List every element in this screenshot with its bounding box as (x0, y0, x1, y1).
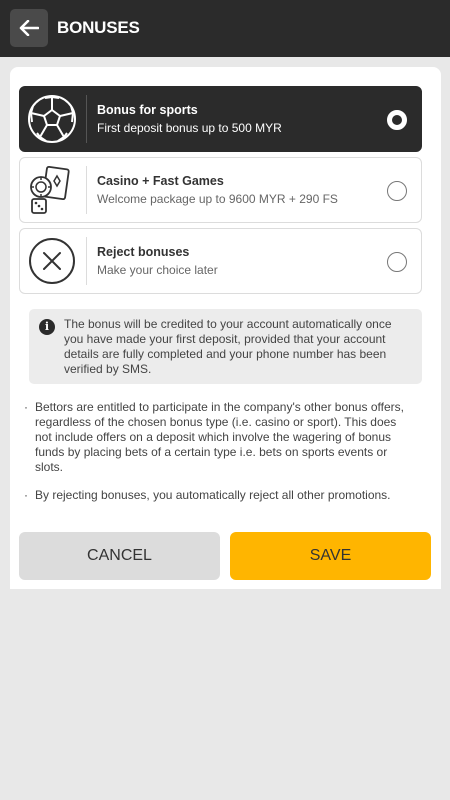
top-bar: BONUSES (0, 0, 450, 57)
info-icon: i (39, 319, 55, 335)
info-text: The bonus will be credited to your accou… (64, 317, 392, 376)
option-title: Bonus for sports (97, 103, 198, 117)
radio-unselected[interactable] (387, 252, 407, 272)
soccer-ball-icon (26, 93, 78, 145)
bullet-dot: · (24, 488, 28, 502)
option-title: Reject bonuses (97, 245, 190, 259)
option-bonus-sports[interactable]: Bonus for sports First deposit bonus up … (19, 86, 422, 152)
info-notice: i The bonus will be credited to your acc… (29, 309, 422, 384)
option-divider (86, 237, 87, 285)
bullet-dot: · (24, 400, 28, 414)
option-casino-fast-games[interactable]: Casino + Fast Games Welcome package up t… (19, 157, 422, 223)
page-title: BONUSES (57, 18, 140, 37)
option-reject-bonuses[interactable]: Reject bonuses Make your choice later (19, 228, 422, 294)
note-item: · Bettors are entitled to participate in… (24, 400, 405, 475)
note-item: · By rejecting bonuses, you automaticall… (24, 488, 405, 503)
back-button[interactable] (10, 9, 48, 47)
cancel-button[interactable]: CANCEL (19, 532, 220, 580)
option-subtitle: First deposit bonus up to 500 MYR (97, 121, 282, 135)
casino-chips-cards-icon (26, 164, 78, 216)
note-text: Bettors are entitled to participate in t… (35, 400, 404, 474)
note-text: By rejecting bonuses, you automatically … (35, 488, 391, 502)
option-divider (86, 166, 87, 214)
option-divider (86, 95, 87, 143)
option-subtitle: Make your choice later (97, 263, 218, 277)
option-subtitle: Welcome package up to 9600 MYR + 290 FS (97, 192, 338, 206)
option-title: Casino + Fast Games (97, 174, 224, 188)
cross-circle-icon (26, 235, 78, 287)
save-button[interactable]: SAVE (230, 532, 431, 580)
radio-unselected[interactable] (387, 181, 407, 201)
radio-selected[interactable] (387, 110, 407, 130)
arrow-left-icon (19, 20, 39, 36)
